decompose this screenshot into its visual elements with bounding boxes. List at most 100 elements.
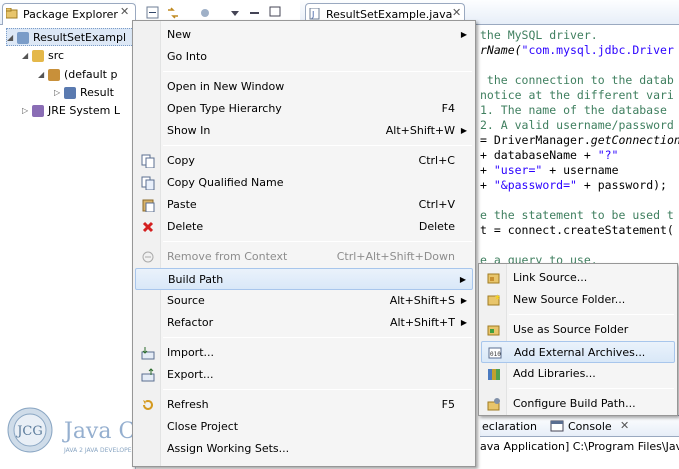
- remove-context-icon: [142, 251, 154, 263]
- menu-separator: [509, 314, 674, 315]
- menu-item-close-project[interactable]: Close Project: [135, 416, 473, 438]
- tree-item-label: (default p: [64, 68, 118, 81]
- jcg-badge-text: JCG: [15, 424, 43, 439]
- submenu-arrow-icon: ▶: [460, 296, 467, 305]
- code-line: t = connect.createStatement(: [480, 223, 674, 237]
- menu-item-label: Paste: [167, 198, 197, 211]
- code-line: + "user=" + username: [480, 163, 619, 178]
- collapse-all-icon[interactable]: [146, 6, 160, 20]
- maximize-icon[interactable]: [268, 5, 282, 19]
- menu-separator: [509, 388, 674, 389]
- close-icon[interactable]: ✕: [620, 419, 629, 432]
- tab-console[interactable]: Console: [568, 420, 612, 433]
- tree-item[interactable]: ◢ ResultSetExampl: [6, 28, 134, 46]
- code-token: rName(: [480, 43, 522, 57]
- tree-item[interactable]: ▷ JRE System L: [22, 102, 134, 120]
- menu-item-add-libraries[interactable]: Add Libraries...: [481, 363, 675, 385]
- code-line: + "&password=" + password);: [480, 178, 667, 193]
- focus-icon[interactable]: [198, 6, 212, 20]
- archive-icon: 010: [488, 347, 502, 359]
- menu-item-refactor[interactable]: Refactor Alt+Shift+T ▶: [135, 312, 473, 334]
- copy-icon: [141, 154, 155, 168]
- code-line: rName("com.mysql.jdbc.Driver: [480, 43, 674, 58]
- tree-item-label: Result: [80, 86, 114, 99]
- copy-qualified-icon: [141, 176, 155, 190]
- new-source-folder-icon: [487, 294, 500, 306]
- menu-item-new[interactable]: New ▶: [135, 24, 473, 46]
- menu-item-open-in-new-window[interactable]: Open in New Window: [135, 76, 473, 98]
- code-token: + username: [542, 163, 619, 177]
- code-line: the MySQL driver.: [480, 28, 598, 42]
- menu-item-copy-qualified-name[interactable]: Copy Qualified Name: [135, 172, 473, 194]
- menu-item-label: Refresh: [167, 398, 209, 411]
- menu-separator: [163, 337, 472, 338]
- tree-expander-icon[interactable]: ◢: [22, 47, 32, 65]
- menu-item-go-into[interactable]: Go Into: [135, 46, 473, 68]
- code-token: getConnection: [590, 133, 679, 147]
- tab-package-explorer[interactable]: Package Explorer: [2, 3, 136, 25]
- menu-item-shortcut: Ctrl+Alt+Shift+Down: [336, 250, 455, 263]
- menu-item-shortcut: Ctrl+C: [418, 154, 455, 167]
- tree-item[interactable]: ▷ Result: [54, 84, 134, 102]
- menu-item-import[interactable]: Import...: [135, 342, 473, 364]
- tree-expander-icon[interactable]: ▷: [54, 84, 64, 102]
- submenu-arrow-icon: ▶: [459, 275, 466, 284]
- code-token: = DriverManager.: [480, 133, 591, 147]
- tree-item[interactable]: ◢ src: [22, 47, 134, 65]
- tree-item[interactable]: ◢ (default p: [38, 66, 134, 84]
- menu-item-delete[interactable]: Delete Delete: [135, 216, 473, 238]
- submenu-arrow-icon: ▶: [460, 126, 467, 135]
- close-icon[interactable]: ✕: [452, 6, 461, 19]
- code-line: 1. The name of the database: [480, 103, 667, 117]
- context-menu: New ▶ Go Into Open in New Window Open Type H…: [132, 20, 476, 467]
- menu-item-show-in[interactable]: Show In Alt+Shift+W ▶: [135, 120, 473, 142]
- menu-item-label: Import...: [167, 346, 214, 359]
- console-icon: [550, 420, 564, 432]
- svg-text:J: J: [311, 10, 314, 19]
- code-line: e the statement to be used t: [480, 208, 674, 222]
- tree-item-label: src: [48, 49, 65, 62]
- configure-icon: [487, 398, 500, 411]
- link-with-editor-icon[interactable]: [166, 6, 180, 20]
- code-token: + databaseName +: [480, 148, 598, 162]
- build-path-submenu: Link Source... New Source Folder... Use as…: [478, 263, 678, 416]
- menu-item-shortcut: F4: [441, 102, 455, 115]
- export-icon: [141, 368, 155, 382]
- menu-item-paste[interactable]: Paste Ctrl+V: [135, 194, 473, 216]
- tab-declaration[interactable]: eclaration: [482, 420, 537, 433]
- tree-expander-icon[interactable]: ▷: [22, 102, 32, 120]
- menu-item-open-type-hierarchy[interactable]: Open Type Hierarchy F4: [135, 98, 473, 120]
- menu-item-add-external-archives[interactable]: 010 Add External Archives...: [481, 341, 675, 363]
- menu-separator: [163, 71, 472, 72]
- minimize-icon[interactable]: [248, 6, 262, 20]
- tree-expander-icon[interactable]: ◢: [7, 29, 17, 45]
- menu-item-label: Refactor: [167, 316, 214, 329]
- code-line: + databaseName + "?": [480, 148, 618, 163]
- menu-item-link-source[interactable]: Link Source...: [481, 267, 675, 289]
- menu-item-label: Delete: [167, 220, 204, 233]
- menu-item-label: Copy Qualified Name: [167, 176, 284, 189]
- menu-item-assign-working-sets[interactable]: Assign Working Sets...: [135, 438, 473, 460]
- menu-item-shortcut: Ctrl+V: [418, 198, 455, 211]
- menu-item-configure-build-path[interactable]: Configure Build Path...: [481, 393, 675, 415]
- menu-item-label: Copy: [167, 154, 195, 167]
- tree-expander-icon[interactable]: ◢: [38, 66, 48, 84]
- menu-item-label: Export...: [167, 368, 214, 381]
- console-tabbar: eclaration Console ✕: [480, 415, 679, 437]
- close-icon[interactable]: ✕: [120, 5, 129, 18]
- menu-item-use-as-source-folder[interactable]: Use as Source Folder: [481, 319, 675, 341]
- package-explorer-icon: [6, 8, 18, 19]
- code-token: "&password=": [493, 178, 577, 192]
- code-line: 2. A valid username/password: [480, 118, 674, 132]
- view-menu-icon[interactable]: [228, 6, 242, 20]
- menu-item-new-source-folder[interactable]: New Source Folder...: [481, 289, 675, 311]
- code-token: "user=": [493, 163, 543, 177]
- code-token: + password);: [576, 178, 667, 192]
- menu-item-refresh[interactable]: Refresh F5: [135, 394, 473, 416]
- menu-item-build-path[interactable]: Build Path ▶: [135, 268, 473, 290]
- menu-item-source[interactable]: Source Alt+Shift+S ▶: [135, 290, 473, 312]
- menu-item-copy[interactable]: Copy Ctrl+C: [135, 150, 473, 172]
- code-line: the connection to the datab: [480, 73, 674, 87]
- menu-item-export[interactable]: Export...: [135, 364, 473, 386]
- menu-item-label: Close Project: [167, 420, 239, 433]
